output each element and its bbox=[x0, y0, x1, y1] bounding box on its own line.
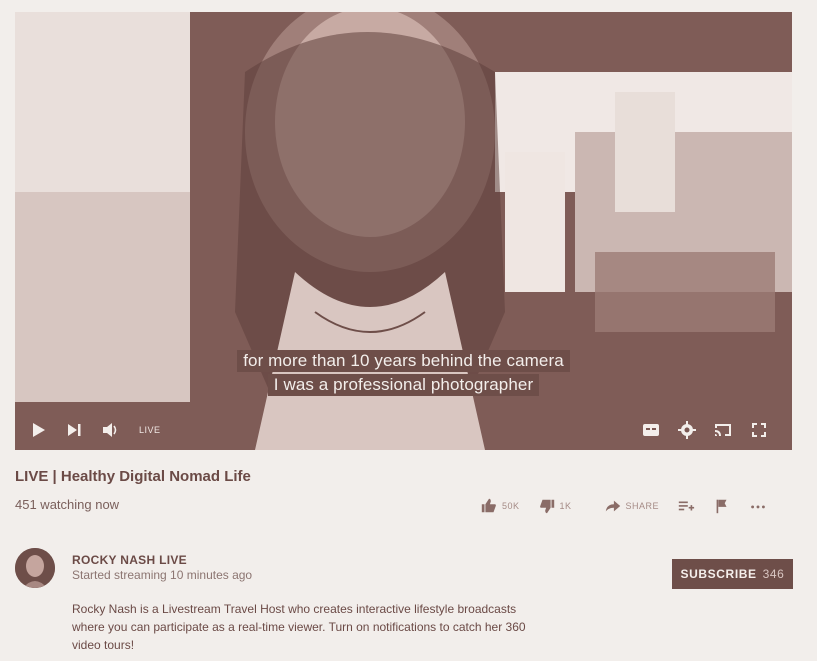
cast-icon bbox=[715, 424, 731, 436]
thumbs-up-icon bbox=[481, 498, 496, 513]
report-button[interactable] bbox=[713, 497, 731, 515]
gear-icon bbox=[678, 421, 696, 439]
flag-icon bbox=[716, 499, 727, 514]
share-label: SHARE bbox=[625, 501, 660, 511]
subscribe-label: SUBSCRIBE bbox=[680, 567, 757, 581]
cast-button[interactable] bbox=[710, 417, 736, 443]
video-player[interactable]: for more than 10 years behind the camera… bbox=[15, 12, 792, 450]
captions-button[interactable] bbox=[638, 417, 664, 443]
video-actions: 50K 1K SHARE bbox=[480, 497, 785, 515]
play-icon bbox=[33, 423, 45, 437]
more-horizontal-icon bbox=[751, 505, 765, 509]
play-button[interactable] bbox=[25, 417, 51, 443]
like-button[interactable]: 50K bbox=[480, 497, 520, 515]
playlist-add-icon bbox=[678, 501, 695, 511]
subscribe-button[interactable]: SUBSCRIBE 346 bbox=[672, 559, 793, 589]
closed-captions-icon bbox=[643, 424, 659, 436]
share-button[interactable]: SHARE bbox=[604, 497, 660, 515]
fullscreen-button[interactable] bbox=[746, 417, 772, 443]
volume-icon bbox=[103, 423, 117, 437]
video-title: LIVE | Healthy Digital Nomad Life bbox=[15, 468, 251, 485]
settings-button[interactable] bbox=[674, 417, 700, 443]
subscriber-count: 346 bbox=[762, 567, 785, 581]
video-description: Rocky Nash is a Livestream Travel Host w… bbox=[72, 602, 526, 652]
volume-button[interactable] bbox=[97, 417, 123, 443]
dislike-count: 1K bbox=[559, 501, 572, 511]
dislike-button[interactable]: 1K bbox=[538, 497, 572, 515]
channel-avatar[interactable] bbox=[15, 548, 55, 588]
caption-line-1: for more than 10 years behind the camera bbox=[237, 350, 570, 372]
save-button[interactable] bbox=[677, 497, 695, 515]
thumbs-down-icon bbox=[539, 499, 554, 514]
share-icon bbox=[605, 500, 620, 512]
stream-status: Started streaming 10 minutes ago bbox=[72, 568, 253, 582]
next-button[interactable] bbox=[61, 417, 87, 443]
like-count: 50K bbox=[502, 501, 520, 511]
live-badge: LIVE bbox=[139, 425, 161, 435]
avatar-image bbox=[15, 548, 55, 588]
more-button[interactable] bbox=[749, 497, 767, 515]
fullscreen-icon bbox=[752, 423, 766, 437]
watching-count: 451 watching now bbox=[15, 497, 120, 512]
caption-line-2: I was a professional photographer bbox=[267, 374, 540, 396]
captions: for more than 10 years behind the camera… bbox=[15, 350, 792, 396]
player-controls: LIVE bbox=[15, 410, 792, 450]
skip-next-icon bbox=[68, 424, 81, 436]
channel-name[interactable]: ROCKY NASH LIVE bbox=[72, 553, 187, 567]
